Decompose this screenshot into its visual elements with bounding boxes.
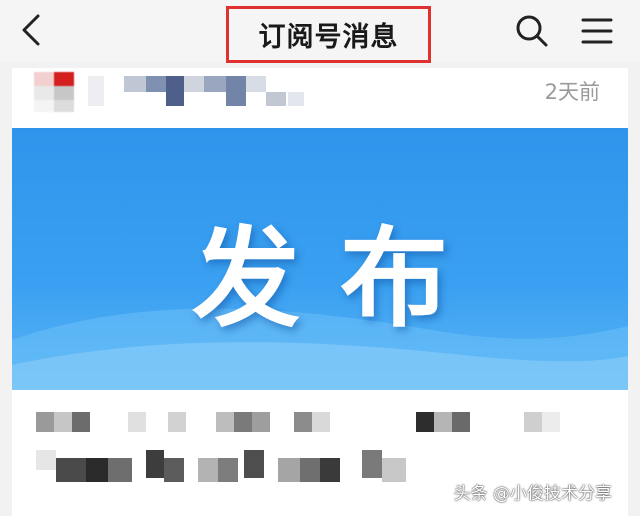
message-card[interactable]: 2天前 发布 头条 @小俊技术分享 <box>12 68 628 516</box>
page-title: 订阅号消息 <box>258 22 399 53</box>
page-title-highlight: 订阅号消息 <box>226 6 431 63</box>
account-avatar <box>34 72 74 112</box>
banner-headline: 发布 <box>191 217 488 342</box>
search-icon <box>516 15 548 47</box>
card-header: 2天前 <box>12 68 628 126</box>
back-button[interactable] <box>12 10 52 50</box>
account-name-mosaic <box>88 76 304 106</box>
source-watermark: 头条 @小俊技术分享 <box>453 484 612 504</box>
menu-button[interactable] <box>576 10 618 52</box>
search-button[interactable] <box>511 10 553 52</box>
chevron-left-icon <box>22 14 40 46</box>
top-bar: 订阅号消息 <box>0 0 640 63</box>
menu-icon <box>581 18 613 44</box>
message-timestamp: 2天前 <box>544 80 600 104</box>
article-cover-image[interactable]: 发布 <box>12 128 628 390</box>
